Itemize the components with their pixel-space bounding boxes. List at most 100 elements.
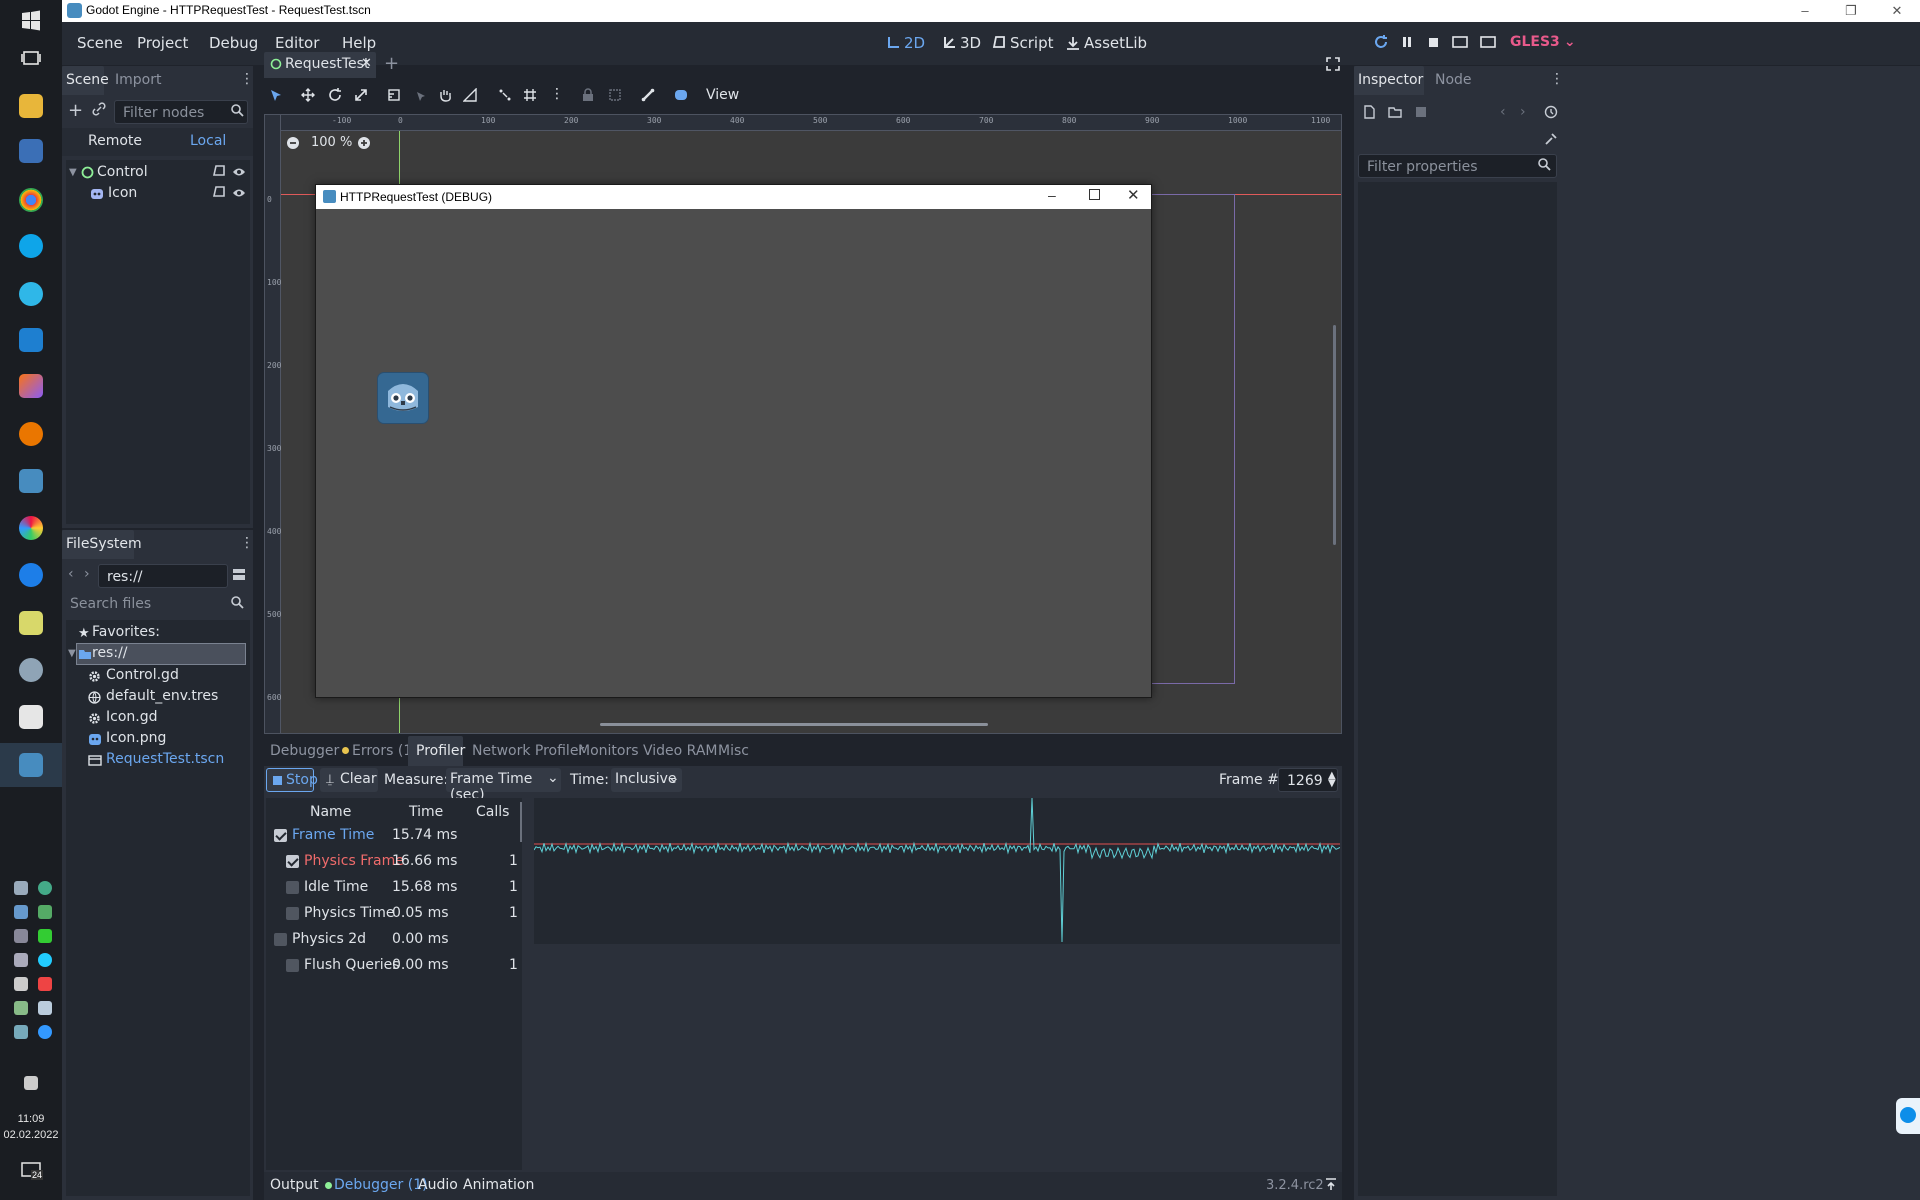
renderer-dropdown[interactable]: GLES3 ⌄ — [1510, 34, 1576, 50]
zoom-out-icon[interactable] — [286, 136, 300, 150]
column-header-time[interactable]: Time — [409, 804, 443, 820]
close-icon[interactable]: ✕ — [1127, 186, 1140, 204]
tab-import[interactable]: Import — [115, 72, 161, 88]
skype-icon[interactable] — [19, 234, 43, 258]
chrome-icon[interactable] — [19, 188, 43, 212]
tray-icon-8[interactable] — [38, 953, 52, 967]
menu-scene[interactable]: Scene — [77, 34, 123, 52]
profiler-row[interactable]: Physics Time 0.05 ms 1 — [266, 902, 518, 926]
node-control[interactable]: Control — [97, 164, 148, 180]
tray-icon-7[interactable] — [14, 953, 28, 967]
tab-debugger-status[interactable]: Debugger (1) — [334, 1177, 428, 1193]
mode-3d-button[interactable]: 3D — [942, 34, 981, 52]
snap-icon[interactable] — [498, 88, 512, 102]
file-requesttest-tscn[interactable]: RequestTest.tscn — [106, 751, 224, 767]
teamviewer-side-tab[interactable] — [1896, 1098, 1920, 1134]
windows-start-icon[interactable] — [19, 8, 43, 32]
ruler-tool-icon[interactable] — [387, 88, 401, 102]
select-tool-icon[interactable] — [270, 89, 282, 103]
tab-debugger[interactable]: Debugger — [270, 743, 339, 759]
script-icon[interactable] — [212, 186, 226, 200]
distraction-free-icon[interactable] — [1326, 57, 1340, 71]
link-icon[interactable] — [92, 102, 106, 116]
godot-taskbar-icon[interactable] — [19, 469, 43, 493]
teamviewer-tray-icon[interactable] — [38, 1025, 52, 1039]
tray-icon-3[interactable] — [14, 905, 28, 919]
blender-icon[interactable] — [19, 422, 43, 446]
scene-tab-requesttest[interactable]: RequestTest — [285, 56, 369, 72]
tab-monitors[interactable]: Monitors — [578, 743, 639, 759]
file-default-env[interactable]: default_env.tres — [106, 688, 218, 704]
profiler-graph[interactable] — [534, 798, 1340, 944]
tray-icon-1[interactable] — [14, 881, 28, 895]
measure-select[interactable]: Frame Time (sec) ⌄ — [446, 768, 561, 803]
spinbox-arrows-icon[interactable]: ▲ ▼ — [1328, 771, 1336, 789]
view-menu[interactable]: View — [706, 87, 739, 103]
os-minimize-button[interactable]: – — [1782, 0, 1828, 22]
horizontal-scrollbar[interactable] — [600, 723, 988, 726]
os-restore-button[interactable]: ❐ — [1828, 0, 1874, 22]
history-forward-icon[interactable]: › — [1520, 104, 1526, 120]
filter-nodes-input[interactable]: Filter nodes — [114, 100, 248, 124]
grid-snap-icon[interactable] — [523, 88, 537, 102]
column-header-calls[interactable]: Calls — [476, 804, 509, 820]
visibility-eye-icon[interactable] — [232, 165, 246, 179]
file-icon-gd[interactable]: Icon.gd — [106, 709, 158, 725]
network-tray-icon[interactable] — [14, 1001, 28, 1015]
tab-inspector[interactable]: Inspector — [1358, 72, 1423, 88]
row-checkbox[interactable] — [286, 881, 299, 894]
vertical-scrollbar[interactable] — [1333, 325, 1336, 545]
new-resource-icon[interactable] — [1362, 105, 1376, 119]
tray-icon-6[interactable] — [38, 929, 52, 943]
lock-icon[interactable] — [582, 88, 594, 102]
visibility-eye-icon[interactable] — [232, 186, 246, 200]
save-icon[interactable] — [1414, 105, 1428, 119]
add-node-icon[interactable]: + — [68, 100, 83, 121]
tray-icon-4[interactable] — [38, 905, 52, 919]
volume-tray-icon[interactable] — [38, 1001, 52, 1015]
tab-node[interactable]: Node — [1435, 72, 1472, 88]
menu-project[interactable]: Project — [137, 34, 188, 52]
tray-icon-5[interactable] — [14, 929, 28, 943]
game-debug-window[interactable]: HTTPRequestTest (DEBUG) – ✕ — [315, 184, 1152, 698]
list-select-icon[interactable] — [413, 88, 427, 102]
os-close-button[interactable]: ✕ — [1874, 0, 1920, 22]
pan-tool-icon[interactable] — [438, 88, 452, 102]
table-scrollbar[interactable] — [520, 802, 522, 842]
remote-button[interactable]: Remote — [88, 133, 142, 149]
profiler-row[interactable]: Physics 2d 0.00 ms — [266, 928, 516, 952]
notification-center-icon[interactable]: 24 — [20, 1160, 44, 1182]
mode-2d-button[interactable]: 2D — [886, 34, 925, 52]
pause-icon[interactable] — [1400, 35, 1416, 49]
dock-menu-icon[interactable]: ⋮ — [240, 535, 254, 551]
network-app-icon[interactable] — [19, 282, 43, 306]
search-files-input[interactable]: Search files — [62, 592, 248, 616]
filter-properties-input[interactable]: Filter properties — [1358, 154, 1557, 178]
ruler-angle-icon[interactable] — [463, 88, 477, 102]
history-icon[interactable] — [1544, 105, 1558, 119]
tab-network-profiler[interactable]: Network Profiler — [472, 743, 584, 759]
node-icon[interactable]: Icon — [108, 185, 137, 201]
vscode-icon[interactable] — [19, 328, 43, 352]
file-explorer-icon[interactable] — [19, 94, 43, 118]
mode-assetlib-button[interactable]: AssetLib — [1066, 34, 1147, 52]
profiler-row[interactable]: Frame Time 15.74 ms — [266, 824, 516, 848]
file-icon-png[interactable]: Icon.png — [106, 730, 166, 746]
animation-key-icon[interactable] — [673, 87, 689, 103]
expand-panel-icon[interactable] — [1324, 1177, 1338, 1191]
pen-tray-icon[interactable] — [14, 1025, 28, 1039]
zoom-in-icon[interactable] — [357, 136, 371, 150]
menu-help[interactable]: Help — [342, 34, 376, 52]
row-checkbox[interactable] — [286, 855, 299, 868]
tab-output[interactable]: Output — [270, 1177, 319, 1193]
menu-editor[interactable]: Editor — [275, 34, 319, 52]
tools-icon[interactable] — [1544, 132, 1558, 146]
pen-settings-icon[interactable] — [24, 1076, 38, 1090]
row-checkbox[interactable] — [286, 907, 299, 920]
forward-arrow-icon[interactable]: › — [84, 566, 90, 582]
row-checkbox[interactable] — [286, 959, 299, 972]
play-scene-icon[interactable] — [1452, 35, 1470, 49]
rotate-tool-icon[interactable] — [328, 88, 342, 102]
stop-icon[interactable] — [1426, 35, 1442, 49]
row-checkbox[interactable] — [274, 829, 287, 842]
